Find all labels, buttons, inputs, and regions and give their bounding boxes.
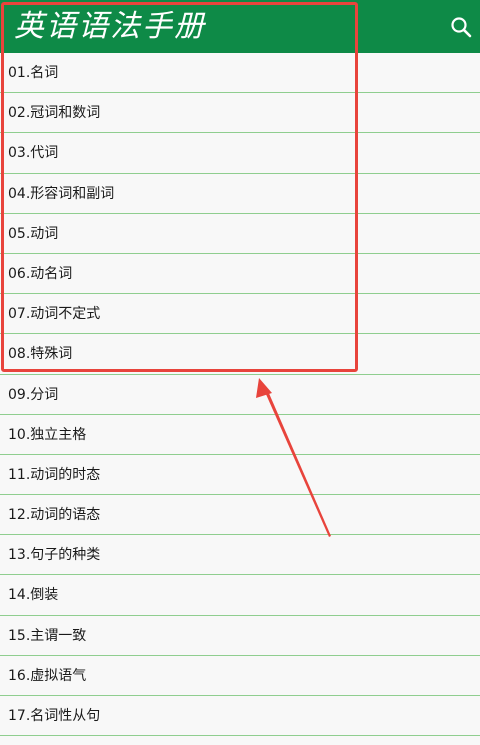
list-item-label: 05.动词 bbox=[8, 225, 59, 242]
list-item[interactable]: 05.动词 bbox=[0, 214, 480, 254]
list-item[interactable]: 09.分词 bbox=[0, 375, 480, 415]
search-icon bbox=[451, 17, 472, 38]
list-item-label: 11.动词的时态 bbox=[8, 466, 101, 483]
list-item[interactable]: 10.独立主格 bbox=[0, 415, 480, 455]
list-item[interactable]: 03.代词 bbox=[0, 133, 480, 174]
list-item-label: 07.动词不定式 bbox=[8, 306, 101, 323]
search-button[interactable] bbox=[442, 8, 480, 46]
list-item-label: 14.倒装 bbox=[8, 587, 59, 604]
list-item-label: 02.冠词和数词 bbox=[8, 105, 101, 122]
list-item-label: 09.分词 bbox=[8, 386, 59, 403]
list-item[interactable]: 06.动名词 bbox=[0, 254, 480, 295]
list-item-label: 10.独立主格 bbox=[8, 426, 87, 443]
list-item-label: 15.主谓一致 bbox=[8, 627, 87, 644]
list-item-label: 03.代词 bbox=[8, 145, 59, 162]
list-item[interactable]: 15.主谓一致 bbox=[0, 616, 480, 656]
list-item[interactable]: 12.动词的语态 bbox=[0, 495, 480, 536]
list-item[interactable]: 02.冠词和数词 bbox=[0, 93, 480, 134]
list-item-label: 16.虚拟语气 bbox=[8, 667, 87, 684]
list-item-label: 08.特殊词 bbox=[8, 346, 73, 363]
list-item-label: 04.形容词和副词 bbox=[8, 185, 115, 202]
list-item[interactable]: 01.名词 bbox=[0, 53, 480, 94]
list-item-label: 01.名词 bbox=[8, 65, 59, 81]
list-item-label: 17.名词性从句 bbox=[8, 708, 101, 724]
list-item[interactable]: 16.虚拟语气 bbox=[0, 656, 480, 696]
chapter-list: 01.名词 02.冠词和数词 03.代词 04.形容词和副词 05.动词 06.… bbox=[0, 53, 480, 737]
list-item[interactable]: 17.名词性从句 bbox=[0, 696, 480, 737]
list-item[interactable]: 08.特殊词 bbox=[0, 334, 480, 375]
list-item[interactable]: 07.动词不定式 bbox=[0, 294, 480, 335]
app-title: 英语语法手册 bbox=[14, 9, 206, 44]
list-item[interactable]: 13.句子的种类 bbox=[0, 535, 480, 576]
app-bar: 英语语法手册 bbox=[0, 0, 480, 53]
list-item[interactable]: 14.倒装 bbox=[0, 575, 480, 616]
list-item-label: 13.句子的种类 bbox=[8, 547, 101, 564]
list-item[interactable]: 04.形容词和副词 bbox=[0, 174, 480, 214]
list-item[interactable]: 11.动词的时态 bbox=[0, 455, 480, 496]
list-item-label: 06.动名词 bbox=[8, 265, 73, 282]
list-item-label: 12.动词的语态 bbox=[8, 507, 101, 524]
